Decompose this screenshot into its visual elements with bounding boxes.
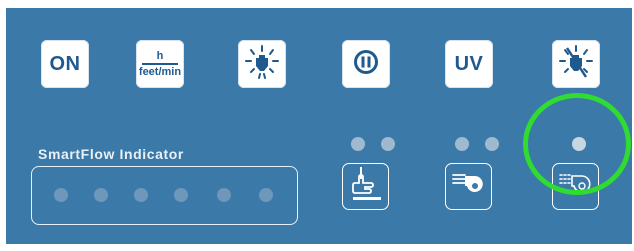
blower-icon — [451, 166, 487, 207]
indicator-dot-6 — [259, 188, 273, 202]
light-button[interactable] — [238, 40, 286, 88]
units-divider — [142, 63, 178, 65]
indicator-dot-5 — [217, 188, 231, 202]
on-button-label: ON — [49, 52, 81, 75]
uv-button[interactable]: UV — [445, 40, 493, 88]
units-bottom-label: feet/min — [138, 65, 182, 78]
indicator-dot-4 — [174, 188, 188, 202]
highlight-circle — [523, 93, 631, 195]
units-button[interactable]: h feet/min — [136, 40, 184, 88]
light-off-button[interactable] — [552, 40, 600, 88]
uv-button-label: UV — [454, 52, 484, 75]
on-button[interactable]: ON — [41, 40, 89, 88]
sash-led-2 — [381, 137, 395, 151]
light-off-icon — [558, 44, 594, 85]
indicator-dot-3 — [134, 188, 148, 202]
indicator-dot-2 — [94, 188, 108, 202]
pause-button[interactable] — [342, 40, 390, 88]
smartflow-indicator-label: SmartFlow Indicator — [38, 146, 184, 162]
blower-button[interactable] — [445, 163, 492, 210]
indicator-dot-1 — [54, 188, 68, 202]
units-button-label: h feet/min — [139, 50, 181, 78]
units-top-label: h — [156, 50, 164, 63]
control-panel: ON h feet/min UV SmartFlow Indicator — [0, 0, 634, 251]
sash-led-1 — [351, 137, 365, 151]
pause-icon — [351, 47, 381, 82]
blower-led-1 — [455, 137, 469, 151]
light-bulb-icon — [244, 44, 280, 85]
blower-led-2 — [485, 137, 499, 151]
sash-button[interactable] — [342, 163, 389, 210]
sash-hand-icon — [347, 165, 385, 208]
smartflow-indicator — [31, 166, 298, 225]
